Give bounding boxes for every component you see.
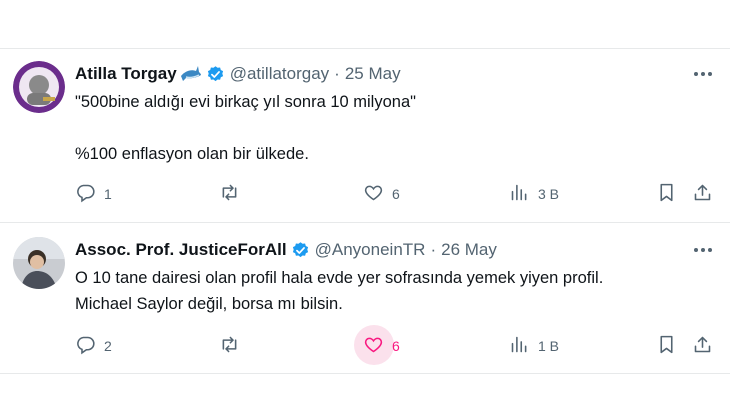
separator-dot: · bbox=[334, 64, 340, 83]
repost-icon bbox=[219, 334, 240, 358]
share-button[interactable] bbox=[692, 334, 713, 358]
reply-icon bbox=[75, 334, 96, 358]
views-count: 3 B bbox=[538, 186, 560, 202]
bookmark-icon bbox=[656, 182, 677, 206]
tweet-2[interactable]: Assoc. Prof. JusticeForAll @AnyoneinTR ·… bbox=[0, 223, 730, 373]
author-handle[interactable]: @AnyoneinTR bbox=[315, 240, 426, 260]
bookmark-icon bbox=[656, 334, 677, 358]
share-icon bbox=[692, 334, 713, 358]
verified-badge-icon bbox=[206, 65, 225, 84]
views-button[interactable]: 1 B bbox=[509, 334, 559, 358]
tweet-text: O 10 tane dairesi olan profil hala evde … bbox=[75, 269, 604, 313]
reply-count: 1 bbox=[104, 186, 112, 202]
reply-button[interactable]: 1 bbox=[75, 182, 112, 206]
verified-badge-icon bbox=[291, 241, 310, 260]
share-icon bbox=[692, 182, 713, 206]
bottom-divider bbox=[0, 373, 730, 374]
tweet-text: "500bine aldığı evi birkaç yıl sonra 10 … bbox=[75, 93, 416, 163]
author-name[interactable]: Assoc. Prof. JusticeForAll bbox=[75, 240, 287, 260]
like-button[interactable]: 6 bbox=[363, 182, 400, 206]
reply-button[interactable]: 2 bbox=[75, 334, 112, 358]
like-icon bbox=[363, 334, 384, 358]
repost-button[interactable] bbox=[219, 334, 248, 358]
like-count: 6 bbox=[392, 338, 400, 354]
tweet-header: Atilla Torgay @atillatorgay · 25 May bbox=[75, 63, 401, 85]
avatar-atilla[interactable] bbox=[13, 61, 65, 113]
reply-count: 2 bbox=[104, 338, 112, 354]
share-button[interactable] bbox=[692, 182, 713, 206]
avatar-justiceforall[interactable] bbox=[13, 237, 65, 289]
reply-icon bbox=[75, 182, 96, 206]
repost-icon bbox=[219, 182, 240, 206]
more-icon[interactable] bbox=[692, 63, 714, 85]
like-count: 6 bbox=[392, 186, 400, 202]
repost-button[interactable] bbox=[219, 182, 248, 206]
author-name[interactable]: Atilla Torgay bbox=[75, 64, 177, 84]
like-icon bbox=[363, 182, 384, 206]
tweet-date[interactable]: 26 May bbox=[441, 240, 497, 260]
like-button[interactable]: 6 bbox=[363, 334, 400, 358]
tweet-header: Assoc. Prof. JusticeForAll @AnyoneinTR ·… bbox=[75, 239, 497, 261]
shark-emoji-icon bbox=[180, 65, 202, 83]
tweet-1[interactable]: Atilla Torgay @atillatorgay · 25 May "50… bbox=[0, 49, 730, 223]
bookmark-button[interactable] bbox=[656, 182, 677, 206]
author-handle[interactable]: @atillatorgay bbox=[230, 64, 329, 84]
views-button[interactable]: 3 B bbox=[509, 182, 559, 206]
more-icon[interactable] bbox=[692, 239, 714, 261]
separator-dot: · bbox=[430, 240, 437, 259]
views-icon bbox=[509, 182, 530, 206]
views-icon bbox=[509, 334, 530, 358]
tweet-date[interactable]: 25 May bbox=[345, 64, 401, 84]
bookmark-button[interactable] bbox=[656, 334, 677, 358]
views-count: 1 B bbox=[538, 338, 560, 354]
